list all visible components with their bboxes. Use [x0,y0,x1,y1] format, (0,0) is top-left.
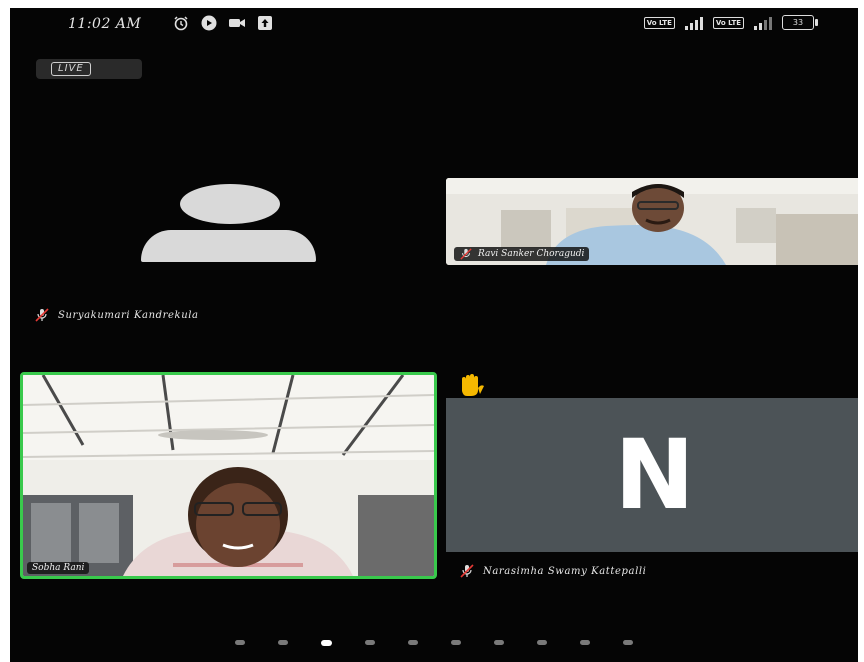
page-dot[interactable] [235,640,245,645]
page-dot[interactable] [537,640,547,645]
page-dot[interactable] [451,640,461,645]
participant-name: Ravi Sanker Choragudi [478,249,585,259]
participant-initial: N [614,419,695,531]
participant-name: Sobha Rani [32,563,85,573]
youtube-icon [200,15,218,31]
meeting-screen: 11:02 AM Vo LTE Vo LTE 33 LIVE Suryakuma… [10,8,858,662]
volte-icon-2: Vo LTE [712,16,744,29]
participant-label-3: Sobha Rani [27,562,90,574]
participant-label-4: Narasimha Swamy Kattepalli [459,564,646,578]
mic-off-icon [460,564,474,578]
status-bar: 11:02 AM Vo LTE Vo LTE 33 [10,8,858,40]
page-dot[interactable] [365,640,375,645]
participant-label-2: Ravi Sanker Choragudi [454,247,590,261]
page-dot-active[interactable] [321,640,332,646]
participant-tile-3[interactable]: Sobha Rani [20,372,437,579]
status-icons-right: Vo LTE Vo LTE 33 [643,15,818,30]
live-label: LIVE [51,62,91,76]
video-camera-icon [228,15,246,31]
upload-icon [256,15,274,31]
raise-hand-icon [462,374,484,396]
mic-off-icon [460,248,472,260]
page-indicator[interactable] [10,640,858,646]
page-dot[interactable] [494,640,504,645]
video-feed-3 [23,375,434,576]
page-dot[interactable] [408,640,418,645]
participant-name: Narasimha Swamy Kattepalli [483,565,647,577]
status-time: 11:02 AM [68,16,142,32]
mic-off-icon [35,308,49,322]
signal-icon [684,16,703,30]
participant-tile-2[interactable]: Ravi Sanker Choragudi [446,178,858,265]
avatar-head [180,184,280,224]
battery-level: 33 [792,18,804,27]
signal-icon-2 [754,16,772,30]
avatar-body [141,230,316,262]
participant-tile-4[interactable]: N [446,398,858,552]
battery-icon: 33 [782,15,818,30]
live-badge[interactable]: LIVE [36,59,142,79]
status-icons-left [172,15,274,31]
alarm-icon [172,15,190,31]
participant-label-1: Suryakumari Kandrekula [34,308,199,322]
page-dot[interactable] [623,640,633,645]
participant-name: Suryakumari Kandrekula [58,309,199,321]
page-dot[interactable] [580,640,590,645]
page-dot[interactable] [278,640,288,645]
volte-icon: Vo LTE [643,16,675,29]
